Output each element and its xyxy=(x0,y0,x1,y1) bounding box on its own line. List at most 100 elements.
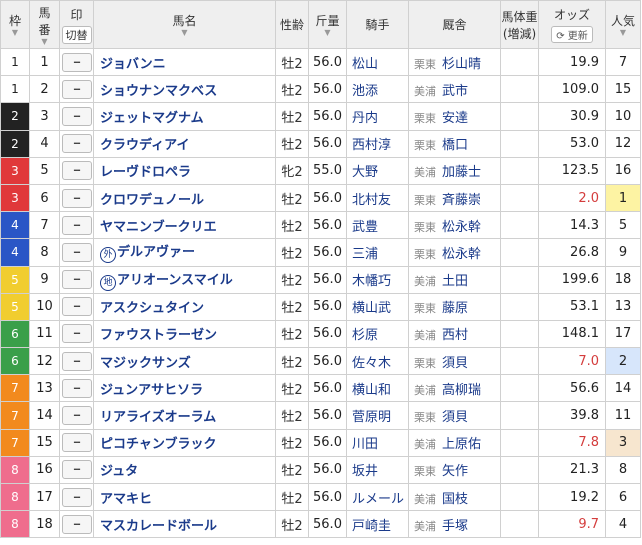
jockey-link[interactable]: 松山 xyxy=(346,47,409,77)
header-umaban[interactable]: 馬番 ▼ xyxy=(29,0,60,49)
header-waku[interactable]: 枠 ▼ xyxy=(0,0,30,49)
jockey-link[interactable]: 池添 xyxy=(346,75,409,104)
header-horse-name[interactable]: 馬名 ▼ xyxy=(93,0,276,49)
carried-weight: 56.0 xyxy=(308,47,347,77)
mark-cell: -- xyxy=(59,455,94,485)
horse-name-link[interactable]: ピコチャンブラック xyxy=(100,437,216,452)
mark-select[interactable]: -- xyxy=(61,242,92,262)
header-popularity[interactable]: 人気 ▼ xyxy=(605,0,641,49)
horse-name-link[interactable]: レーヴドロペラ xyxy=(100,165,191,180)
trainer-link[interactable]: 藤原 xyxy=(442,301,468,316)
trainer-link[interactable]: 西村 xyxy=(442,328,468,343)
horse-name-link[interactable]: リアライズオーラム xyxy=(100,410,216,425)
odds-value: 39.8 xyxy=(538,401,606,430)
horse-name-cell: ピコチャンブラック xyxy=(93,428,276,457)
origin-tag-icon: 地 xyxy=(100,274,116,291)
trainer-link[interactable]: 高柳瑞 xyxy=(442,383,481,398)
trainer-link[interactable]: 杉山晴 xyxy=(442,57,481,72)
stable-region: 栗東 xyxy=(414,302,436,316)
jockey-link[interactable]: 戸崎圭 xyxy=(346,510,409,539)
body-weight xyxy=(500,510,539,539)
jockey-link[interactable]: 三浦 xyxy=(346,238,409,267)
trainer-link[interactable]: 武市 xyxy=(442,84,468,99)
trainer-link[interactable]: 国枝 xyxy=(442,492,468,507)
mark-select[interactable]: -- xyxy=(61,378,92,398)
trainer-link[interactable]: 矢作 xyxy=(442,464,468,479)
mark-select[interactable]: -- xyxy=(61,460,92,480)
trainer-link[interactable]: 松永幹 xyxy=(442,220,481,235)
jockey-link[interactable]: ルメール xyxy=(346,482,409,512)
mark-select[interactable]: -- xyxy=(61,514,92,534)
trainer-link[interactable]: 土田 xyxy=(442,274,468,289)
mark-select[interactable]: -- xyxy=(61,433,92,453)
mark-select[interactable]: -- xyxy=(61,161,92,181)
header-odds[interactable]: オッズ ⟳ 更新 xyxy=(538,0,606,49)
jockey-link[interactable]: 横山和 xyxy=(346,374,409,403)
horse-name-link[interactable]: アマキヒ xyxy=(100,492,152,507)
header-weight[interactable]: 斤量 ▼ xyxy=(308,0,347,49)
body-weight xyxy=(500,428,539,457)
mark-select[interactable]: -- xyxy=(61,52,92,72)
trainer-link[interactable]: 上原佑 xyxy=(442,437,481,452)
horse-name-cell: ジョバンニ xyxy=(93,47,276,77)
carried-weight: 56.0 xyxy=(308,129,347,158)
jockey-link[interactable]: 丹内 xyxy=(346,102,409,131)
trainer-link[interactable]: 須貝 xyxy=(442,410,468,425)
jockey-link[interactable]: 菅原明 xyxy=(346,401,409,430)
jockey-link[interactable]: 北村友 xyxy=(346,183,409,213)
odds-value: 123.5 xyxy=(538,156,606,185)
horse-name-link[interactable]: デルアヴァー xyxy=(117,245,195,260)
trainer-link[interactable]: 手塚 xyxy=(442,519,468,534)
jockey-link[interactable]: 大野 xyxy=(346,156,409,185)
jockey-link[interactable]: 木幡巧 xyxy=(346,265,409,294)
jockey-link[interactable]: 佐々木 xyxy=(346,347,409,376)
mark-select[interactable]: -- xyxy=(61,270,92,290)
horse-name-link[interactable]: ジュンアサヒソラ xyxy=(100,383,203,398)
waku-number: 3 xyxy=(0,156,30,185)
trainer-link[interactable]: 安達 xyxy=(442,111,468,126)
stable-cell: 栗東 矢作 xyxy=(408,455,501,485)
mark-select[interactable]: -- xyxy=(61,134,92,154)
jockey-link[interactable]: 川田 xyxy=(346,428,409,457)
trainer-link[interactable]: 橋口 xyxy=(442,138,468,153)
mark-select[interactable]: -- xyxy=(61,106,92,126)
jockey-link[interactable]: 武豊 xyxy=(346,211,409,240)
jockey-link[interactable]: 横山武 xyxy=(346,292,409,321)
carried-weight: 56.0 xyxy=(308,510,347,539)
mark-select[interactable]: -- xyxy=(61,487,92,507)
horse-name-link[interactable]: マスカレードボール xyxy=(100,519,217,534)
horse-name-link[interactable]: ヤマニンブークリエ xyxy=(100,220,217,235)
trainer-link[interactable]: 加藤士 xyxy=(442,165,481,180)
jockey-link[interactable]: 杉原 xyxy=(346,319,409,349)
horse-name-link[interactable]: ジュタ xyxy=(100,464,138,479)
mark-select[interactable]: -- xyxy=(61,351,92,371)
body-weight xyxy=(500,183,539,213)
mark-select[interactable]: -- xyxy=(61,406,92,426)
horse-name-link[interactable]: クロワデュノール xyxy=(100,193,204,208)
trainer-link[interactable]: 須貝 xyxy=(442,356,468,371)
waku-number: 2 xyxy=(0,102,30,131)
mark-select[interactable]: -- xyxy=(61,215,92,235)
mark-toggle-button[interactable]: 切替 xyxy=(61,25,92,44)
horse-name-link[interactable]: ジェットマグナム xyxy=(100,111,204,126)
trainer-link[interactable]: 斉藤崇 xyxy=(442,193,481,208)
horse-name-cell: レーヴドロペラ xyxy=(93,156,276,185)
horse-name-link[interactable]: ファウストラーゼン xyxy=(100,328,217,343)
odds-update-button[interactable]: ⟳ 更新 xyxy=(551,26,593,43)
jockey-link[interactable]: 西村淳 xyxy=(346,129,409,158)
horse-name-link[interactable]: マジックサンズ xyxy=(100,356,191,371)
mark-select[interactable]: -- xyxy=(61,324,92,344)
horse-name-link[interactable]: アスクシュタイン xyxy=(100,301,204,316)
mark-select[interactable]: -- xyxy=(61,79,92,99)
waku-number: 1 xyxy=(0,47,30,77)
trainer-link[interactable]: 松永幹 xyxy=(442,247,481,262)
popularity-rank: 17 xyxy=(605,319,641,349)
jockey-link[interactable]: 坂井 xyxy=(346,455,409,485)
mark-select[interactable]: -- xyxy=(61,297,92,317)
horse-name-link[interactable]: ショウナンマクベス xyxy=(100,84,217,99)
horse-name-link[interactable]: ジョバンニ xyxy=(100,57,166,72)
horse-name-link[interactable]: アリオーンスマイル xyxy=(117,273,233,288)
mark-select[interactable]: -- xyxy=(61,188,92,208)
horse-name-cell: リアライズオーラム xyxy=(93,401,276,430)
horse-name-link[interactable]: クラウディアイ xyxy=(100,138,189,153)
